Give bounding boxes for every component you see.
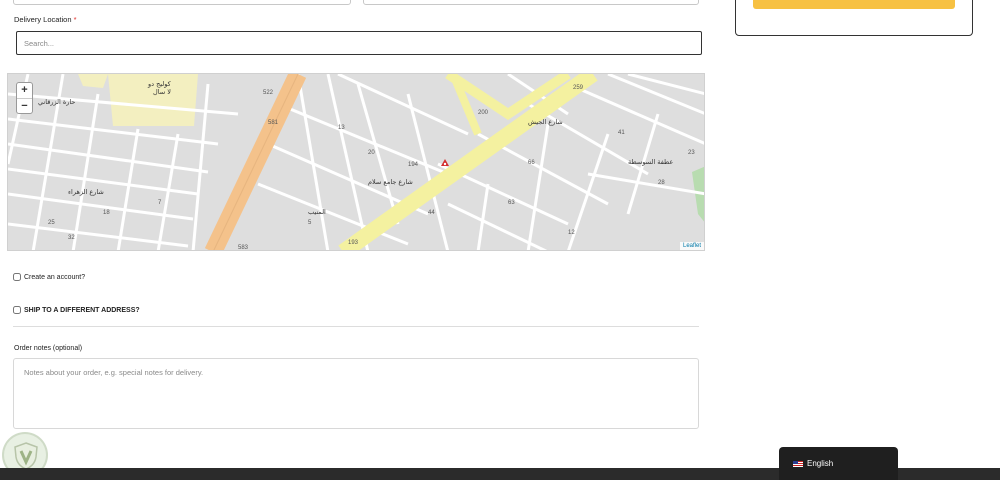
- location-search-input[interactable]: [16, 31, 702, 55]
- svg-text:581: 581: [268, 120, 279, 126]
- section-divider: [13, 326, 699, 327]
- required-marker: *: [73, 15, 77, 24]
- order-summary-panel: [735, 0, 973, 36]
- svg-text:شارع جامع سلام: شارع جامع سلام: [368, 178, 413, 186]
- create-account-row[interactable]: Create an account?: [13, 273, 85, 281]
- ship-different-checkbox[interactable]: [13, 306, 21, 314]
- svg-text:28: 28: [658, 180, 665, 186]
- svg-text:193: 193: [348, 240, 359, 246]
- order-notes-textarea[interactable]: [13, 358, 699, 429]
- ship-different-label: SHIP TO A DIFFERENT ADDRESS?: [24, 306, 140, 314]
- delivery-location-label: Delivery Location *: [14, 15, 77, 24]
- map-zoom-control: + −: [16, 82, 33, 114]
- language-switcher[interactable]: English: [779, 447, 898, 480]
- svg-text:18: 18: [103, 210, 110, 216]
- svg-text:522: 522: [263, 90, 274, 96]
- order-notes-label: Order notes (optional): [14, 345, 82, 352]
- optional-marker: (optional): [52, 345, 83, 352]
- checkout-page: Delivery Location * Search... 25 32 18 7…: [0, 0, 1000, 480]
- map-label-college: كوليج دو: [147, 80, 172, 88]
- svg-text:لا سال: لا سال: [153, 88, 171, 96]
- zoom-out-button[interactable]: −: [17, 98, 32, 113]
- svg-text:شارع الجيش: شارع الجيش: [528, 118, 563, 126]
- svg-text:259: 259: [573, 85, 584, 91]
- svg-text:63: 63: [508, 200, 515, 206]
- create-account-label: Create an account?: [24, 273, 86, 281]
- svg-text:583: 583: [238, 245, 249, 251]
- svg-text:41: 41: [618, 130, 625, 136]
- map-tiles: 253218 7522581 1320194 20066259 412823 5…: [8, 74, 704, 251]
- svg-text:44: 44: [428, 210, 435, 216]
- svg-text:عطفة السوسطة: عطفة السوسطة: [628, 158, 673, 166]
- svg-text:12: 12: [568, 230, 575, 236]
- place-order-button[interactable]: [753, 0, 955, 9]
- delivery-location-text: Delivery Location: [14, 15, 72, 24]
- zoom-in-button[interactable]: +: [17, 83, 32, 98]
- svg-text:32: 32: [68, 235, 75, 241]
- svg-text:13: 13: [338, 125, 345, 131]
- svg-text:194: 194: [408, 162, 419, 168]
- svg-text:المنيب: المنيب: [308, 208, 326, 216]
- ship-different-row[interactable]: SHIP TO A DIFFERENT ADDRESS?: [13, 306, 140, 314]
- svg-text:23: 23: [688, 150, 695, 156]
- last-name-input[interactable]: [363, 0, 699, 5]
- shield-icon: [14, 442, 38, 470]
- us-flag-icon: [793, 460, 803, 467]
- svg-text:25: 25: [48, 220, 55, 226]
- create-account-checkbox[interactable]: [13, 273, 21, 281]
- first-name-input[interactable]: [13, 0, 351, 5]
- order-notes-text: Order notes: [14, 345, 51, 352]
- leaflet-attribution-link[interactable]: Leaflet: [679, 242, 704, 250]
- svg-text:حارة الزرقاني: حارة الزرقاني: [38, 98, 75, 106]
- svg-text:200: 200: [478, 110, 489, 116]
- language-label: English: [807, 459, 834, 468]
- svg-text:شارع الزهراء: شارع الزهراء: [68, 188, 104, 196]
- svg-text:20: 20: [368, 150, 375, 156]
- delivery-map[interactable]: 25 32 18 7 522 581 13 20 194 200 66 259 41 28 23 5…: [7, 73, 705, 251]
- svg-text:66: 66: [528, 160, 535, 166]
